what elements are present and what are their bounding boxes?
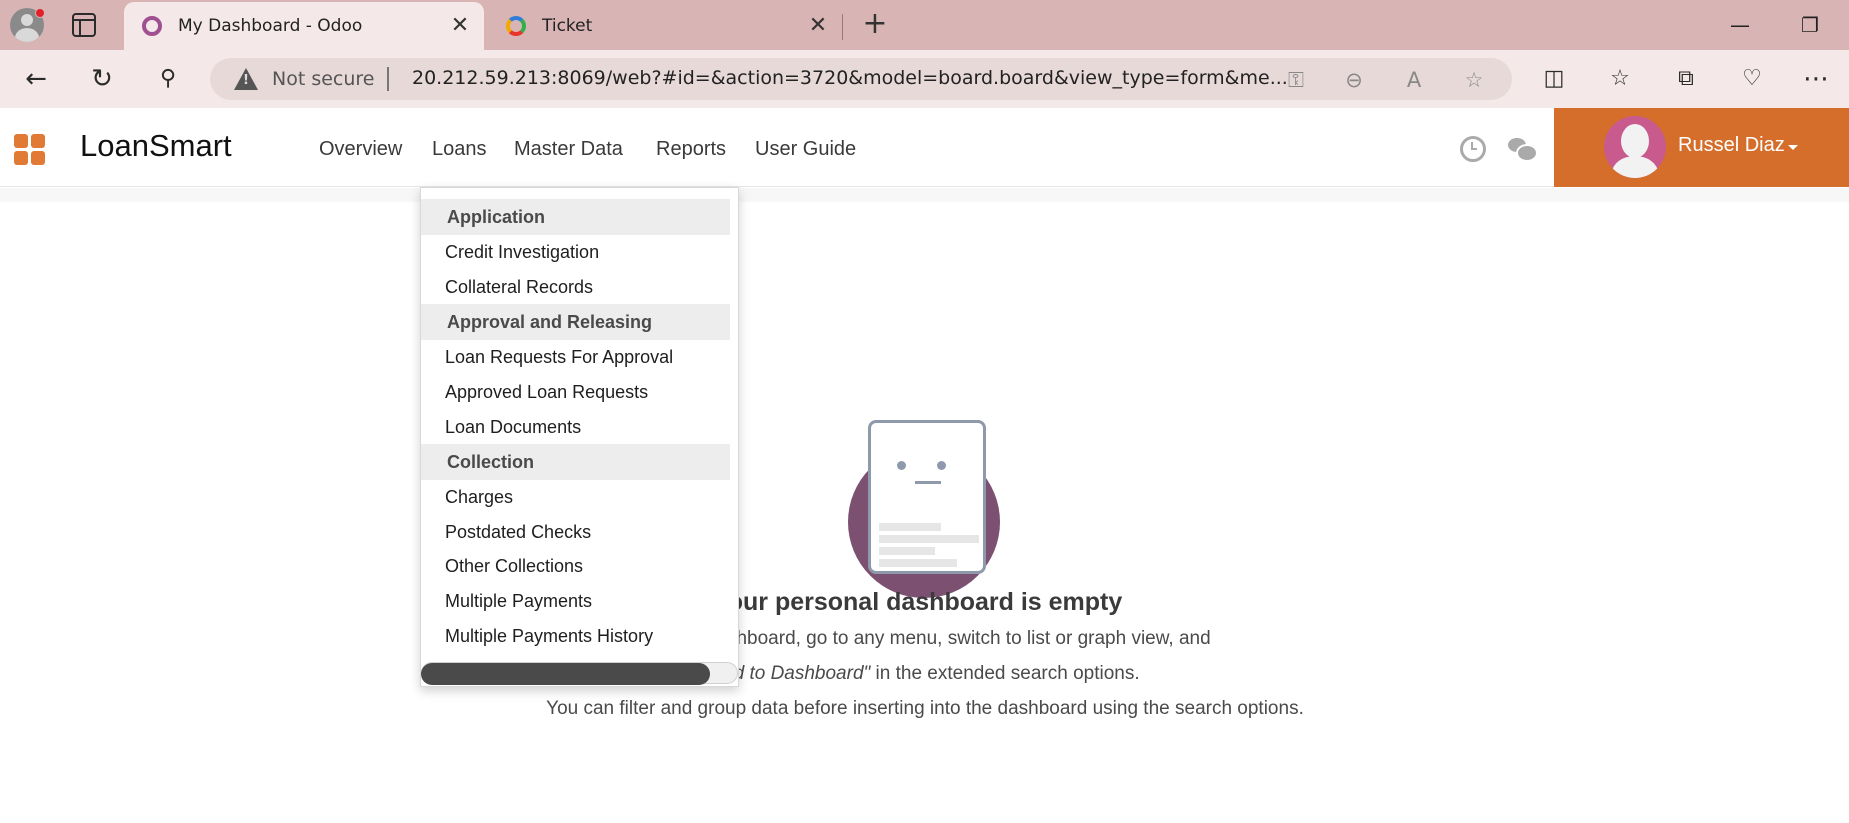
browser-essentials-icon[interactable]: ♡: [1736, 64, 1768, 96]
browser-tab-dashboard[interactable]: My Dashboard - Odoo ✕: [124, 2, 484, 50]
odoo-favicon-icon: [142, 16, 162, 36]
dropdown-item-multiple-payments-history[interactable]: Multiple Payments History: [445, 626, 653, 647]
menu-user-guide[interactable]: User Guide: [755, 138, 856, 161]
user-name[interactable]: Russel Diaz: [1678, 134, 1785, 157]
dropdown-header-approval-releasing: Approval and Releasing: [421, 304, 730, 340]
browser-tab-ticket[interactable]: Ticket ✕: [488, 2, 842, 50]
empty-document-illustration: [848, 420, 1000, 598]
key-icon[interactable]: ⚿: [1282, 66, 1310, 94]
tab-title: My Dashboard - Odoo: [178, 16, 363, 36]
app-brand[interactable]: LoanSmart: [80, 128, 232, 164]
caret-down-icon[interactable]: [1788, 145, 1798, 150]
dashboard-content: our personal dashboard is empty nto this…: [0, 188, 1849, 823]
menu-master-data[interactable]: Master Data: [514, 138, 623, 161]
dropdown-header-collection: Collection: [421, 444, 730, 480]
new-tab-icon[interactable]: +: [860, 8, 890, 42]
tab-actions-icon[interactable]: [72, 13, 96, 37]
menu-reports[interactable]: Reports: [656, 138, 726, 161]
more-options-icon[interactable]: ⋯: [1800, 64, 1832, 96]
warning-icon[interactable]: [234, 68, 258, 90]
tab-title: Ticket: [542, 16, 593, 36]
search-icon[interactable]: ⚲: [152, 64, 184, 96]
menu-overview[interactable]: Overview: [319, 138, 402, 161]
ticket-favicon-icon: [506, 16, 526, 36]
close-tab-icon[interactable]: ✕: [446, 12, 474, 40]
avatar[interactable]: [1604, 116, 1666, 178]
dropdown-item-other-collections[interactable]: Other Collections: [445, 556, 583, 577]
empty-dashboard-line2-rest: in the extended search options.: [870, 663, 1140, 684]
activity-clock-icon[interactable]: [1460, 136, 1486, 162]
read-aloud-icon[interactable]: A: [1400, 66, 1428, 94]
favorites-icon[interactable]: ☆: [1604, 64, 1636, 96]
app-navbar: LoanSmart Overview Loans Master Data Rep…: [0, 108, 1849, 187]
messages-chat-icon[interactable]: [1508, 136, 1538, 162]
dropdown-item-loan-documents[interactable]: Loan Documents: [445, 417, 581, 438]
dropdown-item-charges[interactable]: Charges: [445, 487, 513, 508]
menu-loans[interactable]: Loans: [432, 138, 487, 161]
dropdown-item-multiple-payments[interactable]: Multiple Payments: [445, 591, 592, 612]
dropdown-header-application: Application: [421, 199, 730, 235]
browser-profile-icon[interactable]: [10, 8, 45, 42]
dropdown-item-credit-investigation[interactable]: Credit Investigation: [445, 242, 599, 263]
split-screen-icon[interactable]: ◫: [1538, 64, 1570, 96]
user-menu[interactable]: Russel Diaz: [1554, 108, 1849, 187]
address-divider: [387, 67, 389, 91]
tab-divider: [842, 14, 843, 40]
dropdown-scrollbar-thumb[interactable]: [421, 663, 710, 685]
dropdown-item-postdated-checks[interactable]: Postdated Checks: [445, 522, 591, 543]
minimize-icon[interactable]: —: [1720, 6, 1760, 44]
zoom-out-icon[interactable]: ⊖: [1340, 66, 1368, 94]
dropdown-item-collateral-records[interactable]: Collateral Records: [445, 277, 593, 298]
favorite-star-icon[interactable]: ☆: [1460, 66, 1488, 94]
dropdown-item-loan-requests-for-approval[interactable]: Loan Requests For Approval: [445, 347, 673, 368]
apps-menu-icon[interactable]: [14, 134, 46, 166]
collections-icon[interactable]: ⧉: [1670, 64, 1702, 96]
empty-dashboard-line3: You can filter and group data before ins…: [546, 698, 1304, 719]
browser-toolbar: ← ↻ ⚲ Not secure 20.212.59.213:8069/web?…: [0, 50, 1849, 108]
reload-icon[interactable]: ↻: [86, 64, 118, 96]
security-label[interactable]: Not secure: [272, 68, 375, 90]
dropdown-item-approved-loan-requests[interactable]: Approved Loan Requests: [445, 382, 648, 403]
browser-tab-strip: My Dashboard - Odoo ✕ Ticket ✕ + — ❐: [0, 0, 1849, 50]
url-text[interactable]: 20.212.59.213:8069/web?#id=&action=3720&…: [412, 67, 1292, 89]
loans-dropdown-menu: Application Credit Investigation Collate…: [420, 187, 739, 687]
close-tab-icon[interactable]: ✕: [804, 12, 832, 40]
address-bar[interactable]: Not secure 20.212.59.213:8069/web?#id=&a…: [210, 58, 1512, 100]
restore-icon[interactable]: ❐: [1790, 6, 1830, 44]
back-icon[interactable]: ←: [20, 64, 52, 96]
